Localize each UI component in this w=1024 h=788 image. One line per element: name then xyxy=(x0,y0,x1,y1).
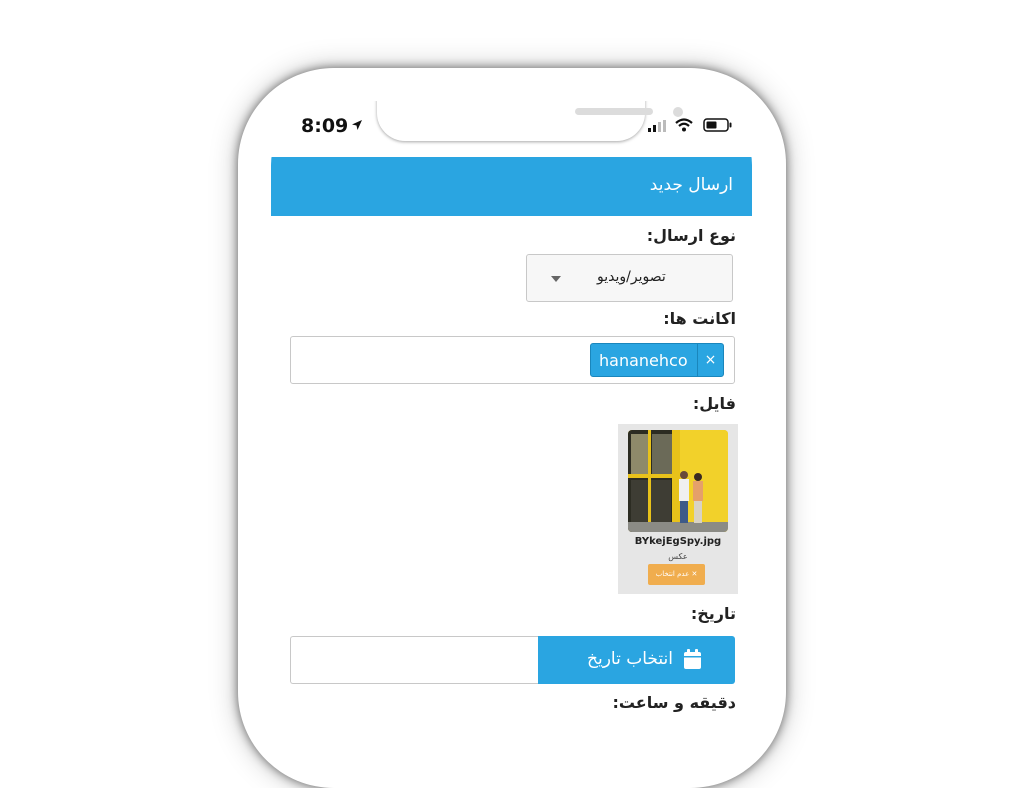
send-type-value: تصویر/ویدیو xyxy=(597,269,666,285)
account-tag-label: hananehco xyxy=(599,351,688,370)
wifi-icon xyxy=(675,118,693,132)
page-title: ارسال جدید xyxy=(649,175,733,195)
remove-tag-icon[interactable]: × xyxy=(697,344,723,376)
file-label: فایل: xyxy=(692,394,736,413)
deselect-file-button[interactable]: ✕ عدم انتخاب xyxy=(648,564,705,585)
choose-date-label: انتخاب تاریخ xyxy=(587,649,673,669)
accounts-label: اکانت ها: xyxy=(663,309,736,328)
file-preview-card: BYkejEgSpy.jpg عکس ✕ عدم انتخاب xyxy=(618,424,738,594)
calendar-icon xyxy=(684,649,701,669)
caret-down-icon xyxy=(551,276,561,282)
front-camera xyxy=(673,107,683,117)
cellular-signal-icon xyxy=(648,120,666,132)
status-bar: 8:09 xyxy=(271,101,752,157)
account-tag: hananehco × xyxy=(590,343,724,377)
time-label: دقیقه و ساعت: xyxy=(612,693,736,712)
notch xyxy=(377,101,683,141)
battery-icon xyxy=(703,118,732,132)
send-type-select[interactable]: تصویر/ویدیو xyxy=(526,254,733,302)
file-name: BYkejEgSpy.jpg xyxy=(634,536,722,547)
speaker-grille xyxy=(575,108,653,115)
image-thumbnail xyxy=(628,430,728,532)
date-label: تاریخ: xyxy=(690,604,736,623)
location-arrow-icon xyxy=(352,120,362,130)
status-time: 8:09 xyxy=(301,115,349,137)
app-header: ارسال جدید xyxy=(271,157,752,216)
date-field[interactable] xyxy=(290,636,539,684)
choose-date-button[interactable]: انتخاب تاریخ xyxy=(538,636,735,684)
accounts-input[interactable]: hananehco × xyxy=(290,336,735,384)
phone-screen: 8:09 ارسال جدید نوع ارسال: تصویر/ویدیو ا… xyxy=(271,101,752,731)
send-type-label: نوع ارسال: xyxy=(646,226,736,245)
file-type: عکس xyxy=(668,552,688,561)
